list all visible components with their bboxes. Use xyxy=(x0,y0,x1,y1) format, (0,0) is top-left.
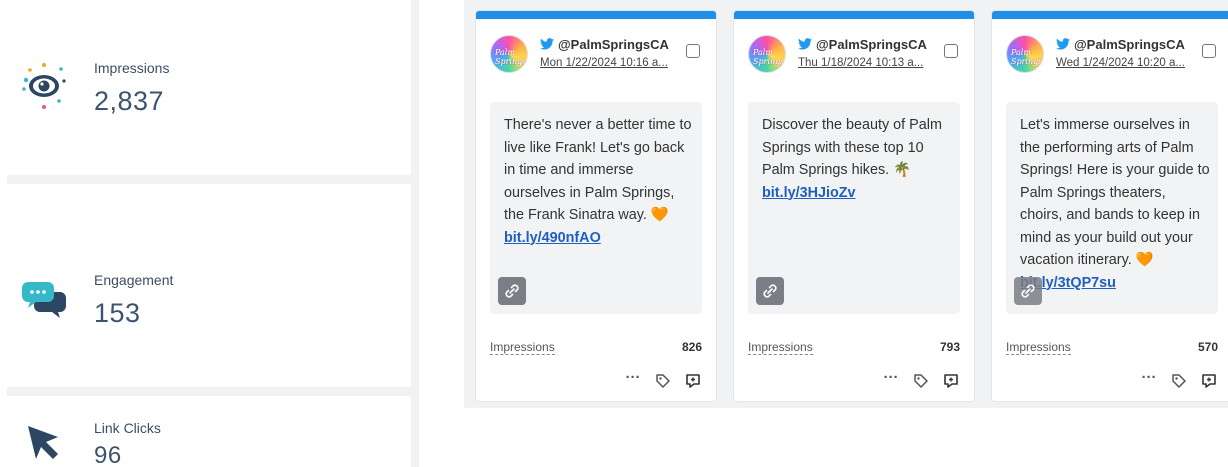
impressions-label: Impressions xyxy=(748,340,813,355)
post-body: There's never a better time to live like… xyxy=(490,102,702,314)
tag-icon[interactable] xyxy=(654,372,672,390)
tag-icon[interactable] xyxy=(912,372,930,390)
posts-panel: Palm Springs @PalmSpringsCA Mon 1/22/202… xyxy=(464,0,1228,408)
post-date-link[interactable]: Wed 1/24/2024 10:20 a... xyxy=(1056,57,1198,69)
post-link[interactable]: bit.ly/490nfAO xyxy=(504,230,601,246)
card-accent-bar xyxy=(734,11,974,19)
more-options-icon[interactable]: ··· xyxy=(882,370,900,390)
link-button[interactable] xyxy=(756,277,784,305)
post-date-link[interactable]: Mon 1/22/2024 10:16 a... xyxy=(540,57,682,69)
metric-label: Impressions xyxy=(94,60,170,76)
impressions-label: Impressions xyxy=(490,340,555,355)
card-accent-bar xyxy=(992,11,1228,19)
reply-comment-icon[interactable] xyxy=(942,372,960,390)
metric-value: 153 xyxy=(94,298,141,328)
select-checkbox[interactable] xyxy=(686,44,700,58)
impressions-value: 793 xyxy=(939,340,960,354)
reply-comment-icon[interactable] xyxy=(684,372,702,390)
metric-link-clicks: Link Clicks 96 xyxy=(0,396,411,467)
metrics-column: Impressions 2,837 Engagement 153 Link Cl… xyxy=(0,0,420,467)
post-date-link[interactable]: Thu 1/18/2024 10:13 a... xyxy=(798,57,940,69)
avatar[interactable]: Palm Springs xyxy=(1006,35,1044,73)
link-icon xyxy=(1021,284,1035,298)
metric-label: Link Clicks xyxy=(94,420,161,436)
chat-bubbles-icon xyxy=(22,282,66,318)
more-options-icon[interactable]: ··· xyxy=(1140,370,1158,390)
avatar[interactable]: Palm Springs xyxy=(490,35,528,73)
cursor-arrow-icon xyxy=(28,426,58,459)
card-accent-bar xyxy=(476,11,716,19)
select-checkbox[interactable] xyxy=(944,44,958,58)
column-divider xyxy=(411,0,419,467)
select-checkbox[interactable] xyxy=(1202,44,1216,58)
account-handle: @PalmSpringsCA xyxy=(558,37,669,52)
post-text: Let's immerse ourselves in the performin… xyxy=(1020,117,1210,291)
link-button[interactable] xyxy=(498,277,526,305)
post-body: Discover the beauty of Palm Springs with… xyxy=(748,102,960,314)
metric-separator xyxy=(7,387,411,396)
tag-icon[interactable] xyxy=(1170,372,1188,390)
impressions-value: 826 xyxy=(681,340,702,354)
post-card[interactable]: Palm Springs @PalmSpringsCA Mon 1/22/202… xyxy=(475,10,717,402)
post-card[interactable]: Palm Springs @PalmSpringsCA Wed 1/24/202… xyxy=(991,10,1228,402)
twitter-icon xyxy=(1056,38,1070,50)
impressions-value: 570 xyxy=(1197,340,1218,354)
twitter-icon xyxy=(540,38,554,50)
impressions-label: Impressions xyxy=(1006,340,1071,355)
metric-value: 2,837 xyxy=(94,86,165,116)
link-button[interactable] xyxy=(1014,277,1042,305)
metric-engagement: Engagement 153 xyxy=(0,184,411,387)
post-link[interactable]: bit.ly/3HJioZv xyxy=(762,185,856,201)
post-body: Let's immerse ourselves in the performin… xyxy=(1006,102,1218,314)
metric-separator xyxy=(7,175,411,184)
link-icon xyxy=(763,284,777,298)
metric-label: Engagement xyxy=(94,272,174,288)
metric-value: 96 xyxy=(94,442,122,467)
twitter-icon xyxy=(798,38,812,50)
metric-impressions: Impressions 2,837 xyxy=(0,0,411,175)
account-handle: @PalmSpringsCA xyxy=(816,37,927,52)
account-handle: @PalmSpringsCA xyxy=(1074,37,1185,52)
eye-icon xyxy=(22,63,66,109)
avatar[interactable]: Palm Springs xyxy=(748,35,786,73)
link-icon xyxy=(505,284,519,298)
reply-comment-icon[interactable] xyxy=(1200,372,1218,390)
post-card[interactable]: Palm Springs @PalmSpringsCA Thu 1/18/202… xyxy=(733,10,975,402)
post-text: Discover the beauty of Palm Springs with… xyxy=(762,117,942,201)
post-text: There's never a better time to live like… xyxy=(504,117,692,246)
more-options-icon[interactable]: ··· xyxy=(624,370,642,390)
